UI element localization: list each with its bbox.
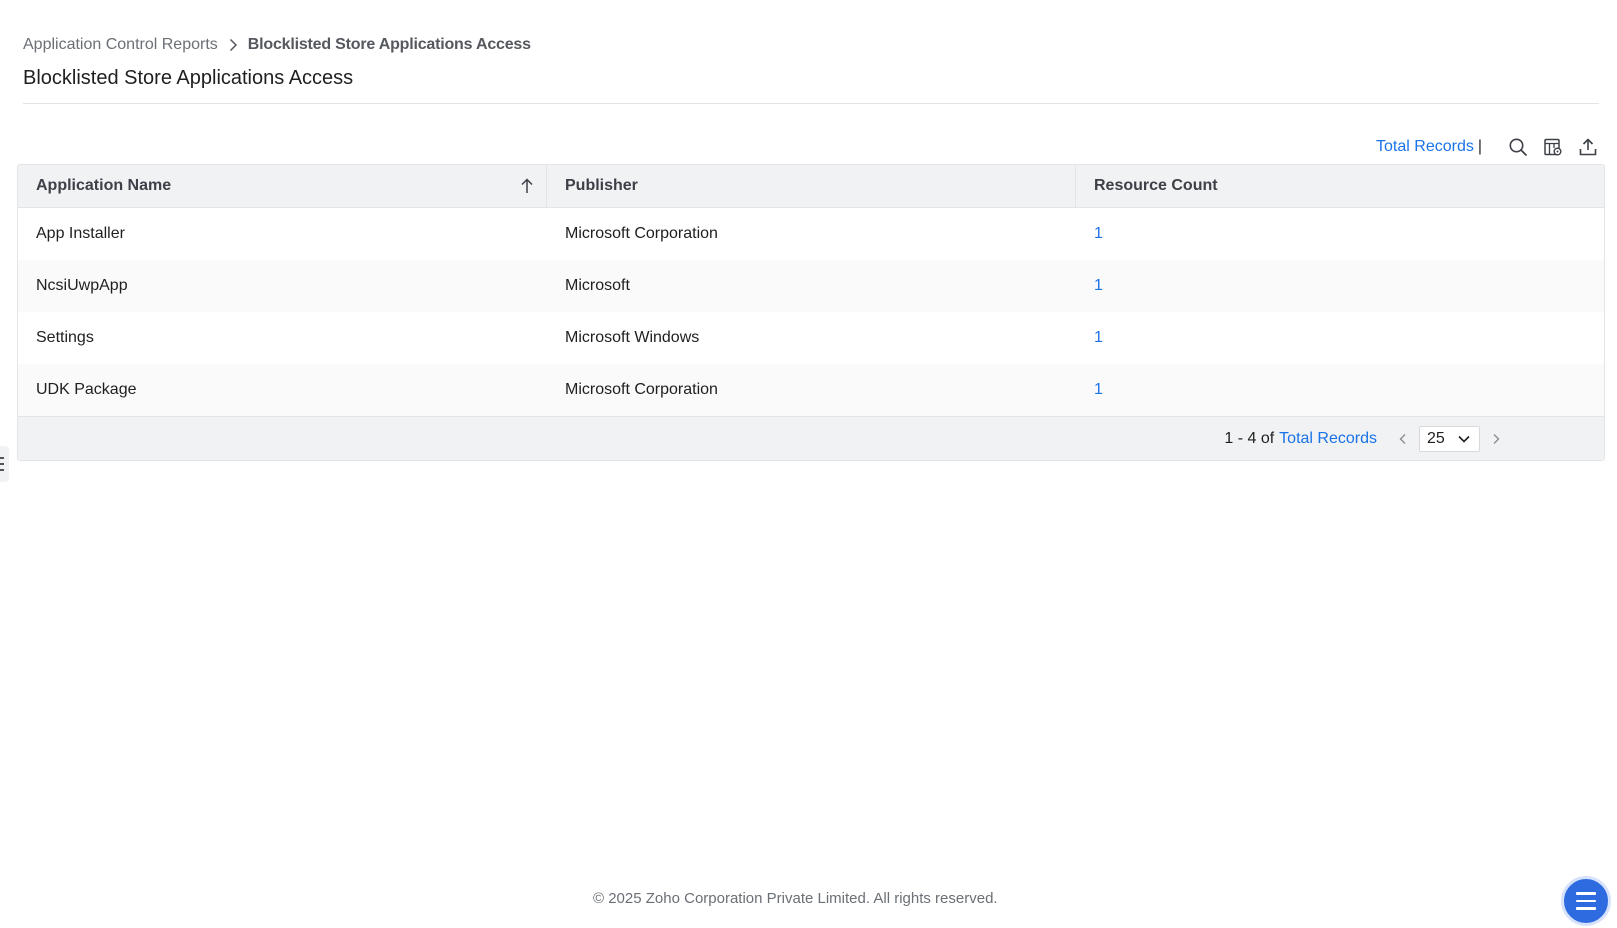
menu-icon-bar bbox=[1576, 892, 1596, 895]
column-header-application-name[interactable]: Application Name bbox=[18, 165, 547, 207]
cell-publisher: Microsoft Corporation bbox=[565, 381, 718, 398]
pagination-total-records-link[interactable]: Total Records bbox=[1279, 430, 1377, 448]
column-header-label: Resource Count bbox=[1094, 177, 1218, 194]
column-header-resource-count[interactable]: Resource Count bbox=[1076, 165, 1604, 207]
export-icon[interactable] bbox=[1577, 136, 1599, 158]
table-row: Settings Microsoft Windows 1 bbox=[18, 312, 1604, 364]
cell-resource-count-link[interactable]: 1 bbox=[1076, 277, 1604, 295]
table-body: App Installer Microsoft Corporation 1 Nc… bbox=[18, 208, 1604, 416]
search-icon[interactable] bbox=[1507, 136, 1529, 158]
table-row: UDK Package Microsoft Corporation 1 bbox=[18, 364, 1604, 416]
copyright-text: © 2025 Zoho Corporation Private Limited.… bbox=[593, 890, 998, 907]
menu-icon-bar bbox=[1576, 899, 1596, 903]
total-records-link[interactable]: Total Records bbox=[1376, 138, 1474, 156]
cell-resource-count-link[interactable]: 1 bbox=[1076, 329, 1604, 347]
cell-publisher: Microsoft bbox=[565, 277, 630, 294]
page-size-select[interactable]: 25 bbox=[1419, 426, 1480, 452]
column-header-publisher[interactable]: Publisher bbox=[547, 165, 1076, 207]
chevron-right-icon[interactable] bbox=[1488, 431, 1504, 447]
cell-resource-count-link[interactable]: 1 bbox=[1076, 381, 1604, 399]
cell-application-name: NcsiUwpApp bbox=[36, 277, 128, 294]
chevron-down-icon bbox=[1458, 435, 1470, 443]
chevron-right-icon bbox=[224, 36, 242, 54]
table-toolbar: Total Records | bbox=[1376, 134, 1599, 160]
cell-resource-count-link[interactable]: 1 bbox=[1076, 225, 1604, 243]
handle-line bbox=[0, 463, 4, 465]
side-panel-toggle[interactable] bbox=[0, 446, 9, 482]
column-header-label: Publisher bbox=[565, 177, 638, 194]
cell-application-name: UDK Package bbox=[36, 381, 137, 398]
report-table: Application Name Publisher Resource Coun… bbox=[17, 164, 1605, 461]
cell-publisher: Microsoft Corporation bbox=[565, 225, 718, 242]
handle-line bbox=[0, 469, 4, 471]
column-settings-icon[interactable] bbox=[1542, 136, 1564, 158]
table-header: Application Name Publisher Resource Coun… bbox=[18, 165, 1604, 208]
handle-line bbox=[0, 457, 4, 459]
sort-ascending-icon[interactable] bbox=[518, 177, 536, 195]
report-page: Application Control Reports Blocklisted … bbox=[0, 0, 1617, 928]
column-header-label: Application Name bbox=[36, 177, 172, 194]
floating-menu-button[interactable] bbox=[1561, 876, 1611, 926]
cell-application-name: Settings bbox=[36, 329, 94, 346]
cell-application-name: App Installer bbox=[36, 225, 125, 242]
breadcrumb-parent-link[interactable]: Application Control Reports bbox=[23, 36, 218, 54]
toolbar-separator: | bbox=[1477, 138, 1482, 155]
pagination-bar: 1 - 4 of Total Records 25 bbox=[18, 416, 1604, 460]
breadcrumb-current: Blocklisted Store Applications Access bbox=[247, 36, 531, 53]
table-row: App Installer Microsoft Corporation 1 bbox=[18, 208, 1604, 260]
title-divider bbox=[23, 103, 1599, 104]
table-row: NcsiUwpApp Microsoft 1 bbox=[18, 260, 1604, 312]
pagination-range: 1 - 4 of bbox=[1224, 430, 1275, 447]
breadcrumb: Application Control Reports Blocklisted … bbox=[23, 35, 531, 55]
page-size-value: 25 bbox=[1427, 430, 1445, 447]
cell-publisher: Microsoft Windows bbox=[565, 329, 700, 346]
chevron-left-icon[interactable] bbox=[1395, 431, 1411, 447]
menu-icon-bar bbox=[1576, 907, 1596, 910]
page-title: Blocklisted Store Applications Access bbox=[23, 67, 354, 89]
